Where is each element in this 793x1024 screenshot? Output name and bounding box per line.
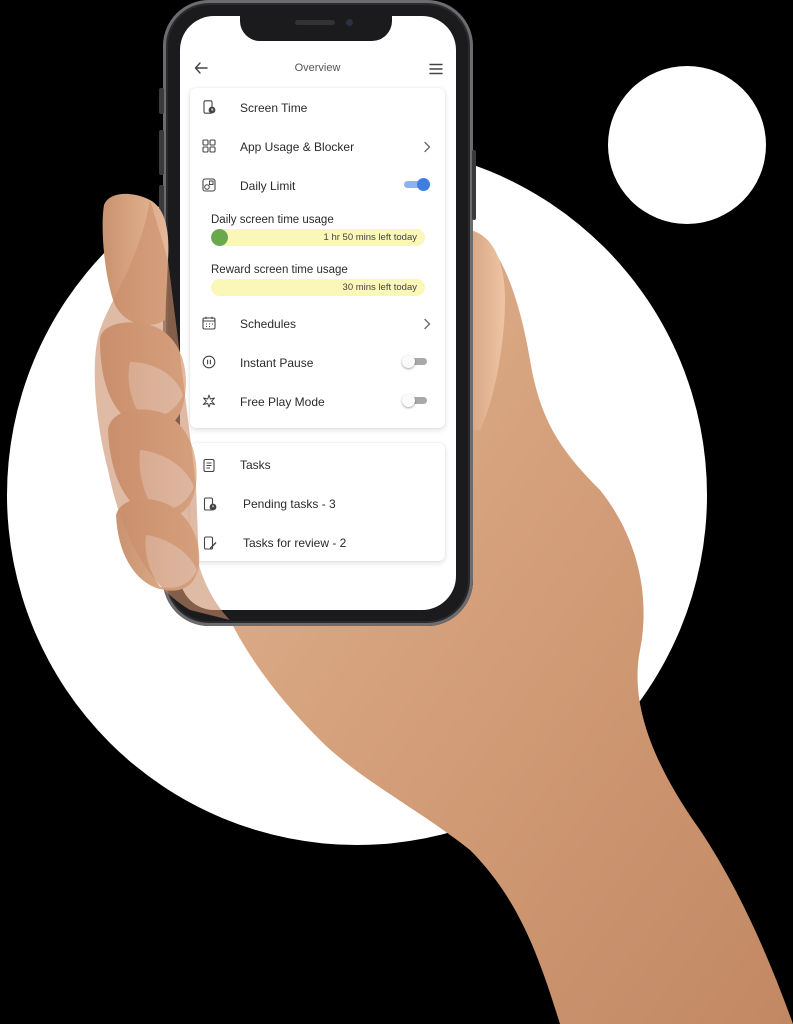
hand-fingers [94,193,231,620]
